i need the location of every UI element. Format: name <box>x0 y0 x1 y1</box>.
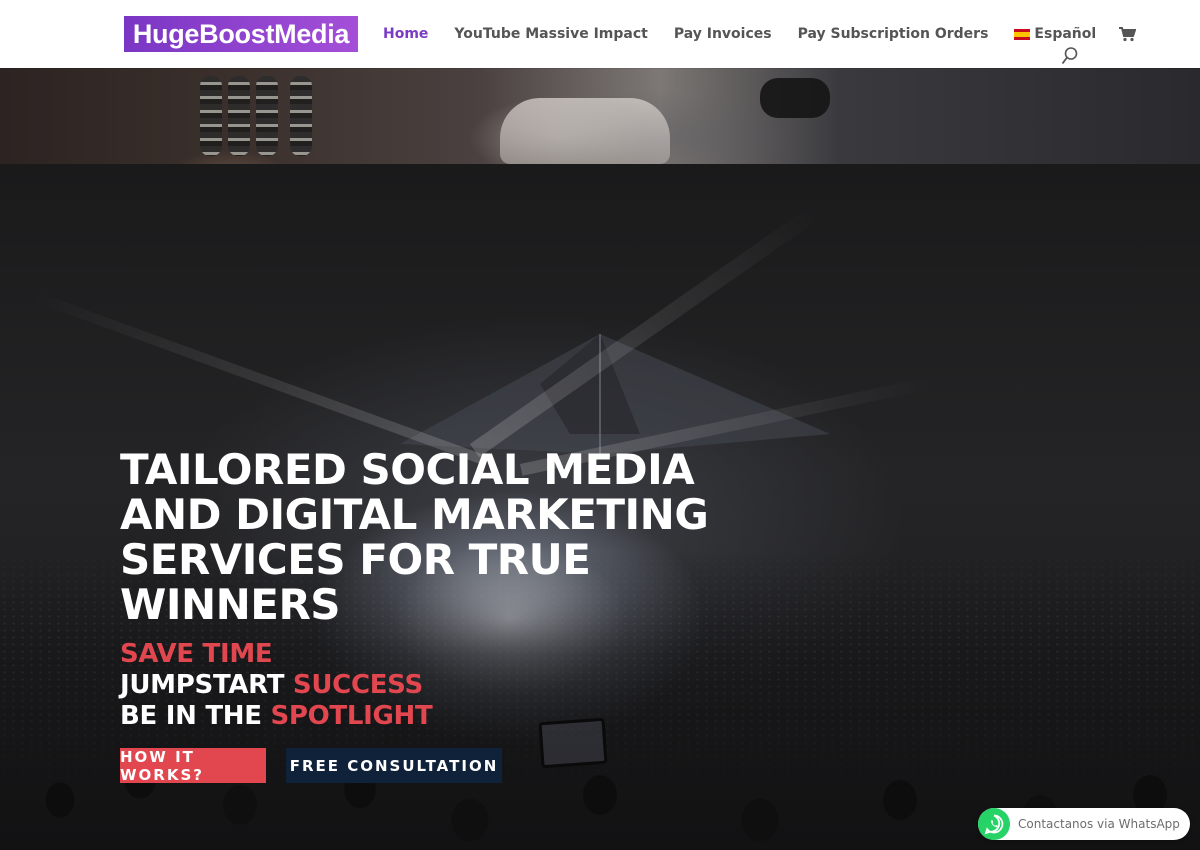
nav-item-pay-invoices[interactable]: Pay Invoices <box>674 26 772 42</box>
bracelet-decoration <box>228 76 250 156</box>
main-nav: Home YouTube Massive Impact Pay Invoices… <box>383 25 1137 43</box>
cart-icon[interactable] <box>1118 26 1137 42</box>
nav-item-home[interactable]: Home <box>383 26 428 42</box>
nav-item-pay-subscription-orders[interactable]: Pay Subscription Orders <box>798 26 989 42</box>
spain-flag-icon <box>1014 28 1031 40</box>
how-it-works-button[interactable]: HOW IT WORKS? <box>120 748 266 784</box>
tagline-text: JUMPSTART <box>120 670 293 700</box>
free-consultation-button[interactable]: FREE CONSULTATION <box>286 748 502 783</box>
hero-taglines: SAVE TIME JUMPSTART SUCCESS BE IN THE SP… <box>120 639 720 732</box>
site-logo[interactable]: HugeBoostMedia <box>124 16 358 52</box>
hero-headline: TAILORED SOCIAL MEDIA AND DIGITAL MARKET… <box>120 445 709 629</box>
whatsapp-icon <box>978 808 1010 840</box>
search-icon[interactable] <box>1061 46 1079 66</box>
hero-buttons: HOW IT WORKS? FREE CONSULTATION <box>120 748 502 784</box>
bracelet-decoration <box>256 76 278 156</box>
bracelet-decoration <box>290 76 312 156</box>
tagline-2: JUMPSTART SUCCESS <box>120 670 720 701</box>
tagline-text: BE IN THE <box>120 701 271 731</box>
language-switcher[interactable]: Español <box>1014 26 1096 42</box>
tagline-1: SAVE TIME <box>120 639 720 670</box>
nav-item-youtube-massive-impact[interactable]: YouTube Massive Impact <box>454 26 647 42</box>
whatsapp-contact-button[interactable]: Contactanos via WhatsApp <box>978 808 1190 840</box>
language-label: Español <box>1034 26 1097 42</box>
tagline-accent: SAVE TIME <box>120 639 273 669</box>
tagline-3: BE IN THE SPOTLIGHT <box>120 701 720 732</box>
bracelet-decoration <box>200 76 222 156</box>
watch-image <box>760 78 830 118</box>
hands-image <box>500 98 670 164</box>
tagline-accent: SPOTLIGHT <box>270 701 433 731</box>
whatsapp-label: Contactanos via WhatsApp <box>1018 817 1180 831</box>
site-header: HugeBoostMedia Home YouTube Massive Impa… <box>0 0 1200 68</box>
tagline-accent: SUCCESS <box>292 670 423 700</box>
hero-content: TAILORED SOCIAL MEDIA AND DIGITAL MARKET… <box>120 447 720 732</box>
hero-strip-image <box>0 68 1200 164</box>
